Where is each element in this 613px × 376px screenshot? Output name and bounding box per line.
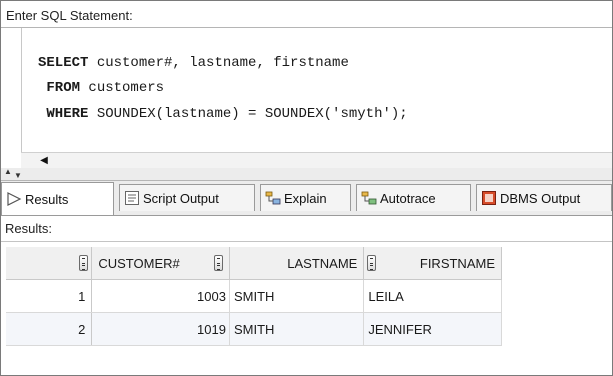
sql-line-from: FROM customers <box>38 79 164 97</box>
sql-text: SOUNDEX(lastname) = SOUNDEX('smyth'); <box>88 106 408 122</box>
column-header-firstname[interactable]: FIRSTNAME <box>363 247 502 280</box>
cell-lastname[interactable]: SMITH <box>229 312 365 346</box>
sql-line-where: WHERE SOUNDEX(lastname) = SOUNDEX('smyth… <box>38 105 408 123</box>
sql-worksheet-window: Enter SQL Statement: SELECT customer#, l… <box>0 0 613 376</box>
tab-dbms-output[interactable]: DBMS Output <box>476 184 612 211</box>
cell-firstname[interactable]: JENNIFER <box>363 312 502 346</box>
explain-plan-icon <box>265 191 281 205</box>
play-arrow-icon <box>7 192 22 206</box>
column-header-label: FIRSTNAME <box>419 255 495 271</box>
tab-label: Results <box>25 191 69 207</box>
sql-keyword: SELECT <box>38 55 89 71</box>
cell-customer[interactable]: 1003 <box>91 279 230 313</box>
sql-line-select: SELECT customer#, lastname, firstname <box>38 54 349 72</box>
sort-icon[interactable] <box>213 255 223 271</box>
row-number: 1 <box>6 279 93 313</box>
row-number-header[interactable] <box>6 247 93 280</box>
sql-keyword: WHERE <box>46 106 89 122</box>
tab-label: Explain <box>284 190 327 206</box>
autotrace-icon <box>361 191 377 205</box>
output-tab-bar: Results Script Output Explain Autotrace … <box>1 181 612 216</box>
pane-splitter[interactable]: ▲ ▼ <box>1 168 612 181</box>
sql-keyword: FROM <box>46 80 81 96</box>
column-header-label: CUSTOMER# <box>98 255 180 271</box>
tab-script-output[interactable]: Script Output <box>119 184 255 211</box>
table-row[interactable]: 1 1003 SMITH LEILA <box>6 279 502 313</box>
expand-down-icon[interactable]: ▼ <box>14 172 22 180</box>
results-label: Results: <box>5 221 52 236</box>
tab-label: Autotrace <box>380 190 436 206</box>
column-header-customer[interactable]: CUSTOMER# <box>91 247 230 280</box>
cell-lastname[interactable]: SMITH <box>229 279 365 313</box>
script-output-icon <box>125 191 139 205</box>
sql-text: customers <box>80 80 165 96</box>
tab-explain[interactable]: Explain <box>260 184 351 211</box>
cell-customer[interactable]: 1019 <box>91 312 230 346</box>
grid-header-row: CUSTOMER# LASTNAME FIRSTNAME <box>6 247 502 280</box>
tab-label: Script Output <box>143 190 219 206</box>
sort-icon[interactable] <box>79 255 89 271</box>
sort-icon[interactable] <box>367 255 377 271</box>
sql-editor[interactable]: SELECT customer#, lastname, firstname FR… <box>21 28 612 152</box>
horizontal-scrollbar[interactable]: ◀ <box>21 152 612 169</box>
table-row[interactable]: 2 1019 SMITH JENNIFER <box>6 312 502 346</box>
sql-editor-header: Enter SQL Statement: <box>6 8 133 23</box>
sql-text: customer#, lastname, firstname <box>88 55 349 71</box>
tab-label: DBMS Output <box>500 190 581 206</box>
row-number: 2 <box>6 312 93 346</box>
dbms-output-icon <box>482 191 496 205</box>
divider <box>1 241 612 242</box>
tab-autotrace[interactable]: Autotrace <box>356 184 471 211</box>
results-grid: CUSTOMER# LASTNAME FIRSTNAME 1 1003 SMIT… <box>6 247 502 346</box>
scroll-left-arrow-icon[interactable]: ◀ <box>37 154 51 167</box>
column-header-label: LASTNAME <box>287 255 358 271</box>
column-header-lastname[interactable]: LASTNAME <box>229 247 365 280</box>
cell-firstname[interactable]: LEILA <box>363 279 502 313</box>
collapse-up-icon[interactable]: ▲ <box>4 168 12 176</box>
tab-results[interactable]: Results <box>1 182 114 215</box>
